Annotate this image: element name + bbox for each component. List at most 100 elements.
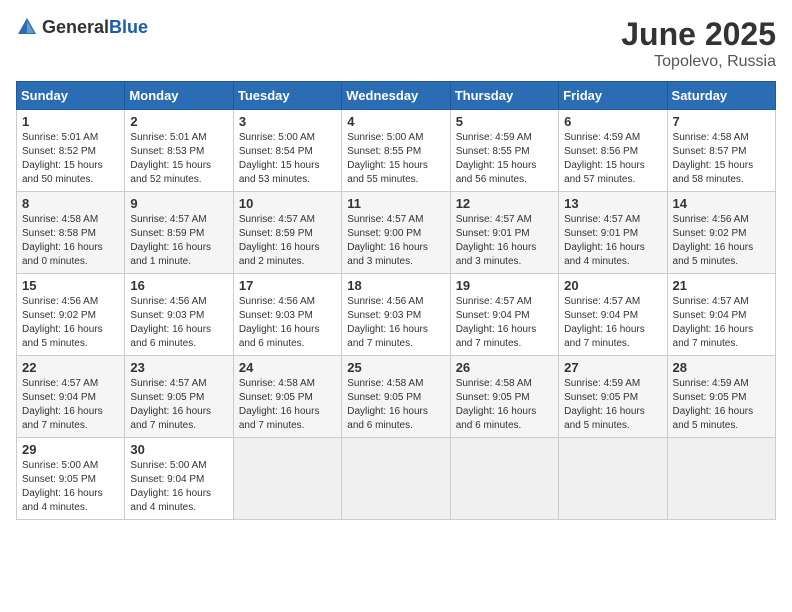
day-header-monday: Monday <box>125 82 233 110</box>
calendar-cell: 16Sunrise: 4:56 AMSunset: 9:03 PMDayligh… <box>125 274 233 356</box>
calendar-cell: 14 Sunrise: 4:56 AMSunset: 9:02 PMDayligh… <box>667 192 775 274</box>
day-header-saturday: Saturday <box>667 82 775 110</box>
calendar-cell: 27 Sunrise: 4:59 AMSunset: 9:05 PMDayligh… <box>559 356 667 438</box>
day-info: Sunrise: 4:58 AMSunset: 9:05 PMDaylight:… <box>456 377 553 433</box>
day-number: 4 <box>347 114 444 129</box>
calendar-cell: 8 Sunrise: 4:58 AMSunset: 8:58 PMDaylight… <box>17 192 125 274</box>
calendar-cell: 26 Sunrise: 4:58 AMSunset: 9:05 PMDayligh… <box>450 356 558 438</box>
day-info: Sunrise: 5:01 AMSunset: 8:52 PMDaylight:… <box>22 131 119 187</box>
calendar-week-5: 29 Sunrise: 5:00 AMSunset: 9:05 PMDayligh… <box>17 438 776 520</box>
calendar-cell: 29 Sunrise: 5:00 AMSunset: 9:05 PMDayligh… <box>17 438 125 520</box>
calendar-cell: 22Sunrise: 4:57 AMSunset: 9:04 PMDayligh… <box>17 356 125 438</box>
day-header-friday: Friday <box>559 82 667 110</box>
calendar-cell: 5Sunrise: 4:59 AMSunset: 8:55 PMDaylight… <box>450 110 558 192</box>
day-info: Sunrise: 5:00 AMSunset: 8:54 PMDaylight:… <box>239 131 336 187</box>
calendar-cell: 9 Sunrise: 4:57 AMSunset: 8:59 PMDaylight… <box>125 192 233 274</box>
calendar-week-1: 1Sunrise: 5:01 AMSunset: 8:52 PMDaylight… <box>17 110 776 192</box>
day-info: Sunrise: 4:57 AMSunset: 9:05 PMDaylight:… <box>130 377 227 433</box>
day-number: 13 <box>564 196 661 211</box>
day-number: 16 <box>130 278 227 293</box>
day-number: 2 <box>130 114 227 129</box>
day-info: Sunrise: 4:56 AMSunset: 9:02 PMDaylight:… <box>673 213 770 269</box>
day-number: 30 <box>130 442 227 457</box>
day-header-thursday: Thursday <box>450 82 558 110</box>
calendar-header: SundayMondayTuesdayWednesdayThursdayFrid… <box>17 82 776 110</box>
logo-icon <box>16 16 38 38</box>
day-number: 26 <box>456 360 553 375</box>
calendar-cell: 12Sunrise: 4:57 AMSunset: 9:01 PMDayligh… <box>450 192 558 274</box>
day-info: Sunrise: 5:00 AMSunset: 9:05 PMDaylight:… <box>22 459 119 515</box>
calendar-cell: 2 Sunrise: 5:01 AMSunset: 8:53 PMDaylight… <box>125 110 233 192</box>
day-number: 6 <box>564 114 661 129</box>
day-info: Sunrise: 4:57 AMSunset: 9:04 PMDaylight:… <box>456 295 553 351</box>
day-header-sunday: Sunday <box>17 82 125 110</box>
calendar-cell <box>667 438 775 520</box>
logo: GeneralBlue <box>16 16 148 38</box>
day-info: Sunrise: 4:58 AMSunset: 9:05 PMDaylight:… <box>239 377 336 433</box>
calendar-cell: 3 Sunrise: 5:00 AMSunset: 8:54 PMDaylight… <box>233 110 341 192</box>
day-info: Sunrise: 4:56 AMSunset: 9:02 PMDaylight:… <box>22 295 119 351</box>
day-number: 21 <box>673 278 770 293</box>
day-info: Sunrise: 4:57 AMSunset: 9:04 PMDaylight:… <box>22 377 119 433</box>
day-info: Sunrise: 4:57 AMSunset: 8:59 PMDaylight:… <box>239 213 336 269</box>
day-info: Sunrise: 4:57 AMSunset: 9:04 PMDaylight:… <box>564 295 661 351</box>
day-info: Sunrise: 4:57 AMSunset: 9:01 PMDaylight:… <box>564 213 661 269</box>
day-number: 25 <box>347 360 444 375</box>
day-number: 7 <box>673 114 770 129</box>
day-info: Sunrise: 4:59 AMSunset: 9:05 PMDaylight:… <box>564 377 661 433</box>
day-number: 19 <box>456 278 553 293</box>
day-info: Sunrise: 4:57 AMSunset: 9:01 PMDaylight:… <box>456 213 553 269</box>
day-info: Sunrise: 5:00 AMSunset: 9:04 PMDaylight:… <box>130 459 227 515</box>
calendar-body: 1Sunrise: 5:01 AMSunset: 8:52 PMDaylight… <box>17 110 776 520</box>
calendar-cell <box>450 438 558 520</box>
day-number: 23 <box>130 360 227 375</box>
day-number: 17 <box>239 278 336 293</box>
day-info: Sunrise: 4:57 AMSunset: 8:59 PMDaylight:… <box>130 213 227 269</box>
day-info: Sunrise: 4:58 AMSunset: 9:05 PMDaylight:… <box>347 377 444 433</box>
calendar-cell: 10 Sunrise: 4:57 AMSunset: 8:59 PMDayligh… <box>233 192 341 274</box>
day-number: 29 <box>22 442 119 457</box>
header-row: SundayMondayTuesdayWednesdayThursdayFrid… <box>17 82 776 110</box>
day-info: Sunrise: 4:56 AMSunset: 9:03 PMDaylight:… <box>347 295 444 351</box>
calendar-cell: 17 Sunrise: 4:56 AMSunset: 9:03 PMDayligh… <box>233 274 341 356</box>
day-number: 15 <box>22 278 119 293</box>
day-number: 18 <box>347 278 444 293</box>
calendar-cell <box>342 438 450 520</box>
day-header-wednesday: Wednesday <box>342 82 450 110</box>
day-number: 9 <box>130 196 227 211</box>
calendar-cell: 7Sunrise: 4:58 AMSunset: 8:57 PMDaylight… <box>667 110 775 192</box>
title-area: June 2025 Topolevo, Russia <box>621 16 776 71</box>
calendar-subtitle: Topolevo, Russia <box>621 53 776 71</box>
calendar-week-4: 22Sunrise: 4:57 AMSunset: 9:04 PMDayligh… <box>17 356 776 438</box>
day-info: Sunrise: 4:57 AMSunset: 9:00 PMDaylight:… <box>347 213 444 269</box>
calendar-cell: 25 Sunrise: 4:58 AMSunset: 9:05 PMDayligh… <box>342 356 450 438</box>
calendar-cell: 18 Sunrise: 4:56 AMSunset: 9:03 PMDayligh… <box>342 274 450 356</box>
day-number: 24 <box>239 360 336 375</box>
day-info: Sunrise: 4:59 AMSunset: 8:56 PMDaylight:… <box>564 131 661 187</box>
calendar-cell: 15 Sunrise: 4:56 AMSunset: 9:02 PMDayligh… <box>17 274 125 356</box>
calendar-cell: 4 Sunrise: 5:00 AMSunset: 8:55 PMDaylight… <box>342 110 450 192</box>
day-info: Sunrise: 5:01 AMSunset: 8:53 PMDaylight:… <box>130 131 227 187</box>
day-number: 20 <box>564 278 661 293</box>
day-number: 10 <box>239 196 336 211</box>
day-info: Sunrise: 4:56 AMSunset: 9:03 PMDaylight:… <box>239 295 336 351</box>
day-info: Sunrise: 4:58 AMSunset: 8:58 PMDaylight:… <box>22 213 119 269</box>
day-number: 27 <box>564 360 661 375</box>
day-number: 8 <box>22 196 119 211</box>
calendar-cell: 28Sunrise: 4:59 AMSunset: 9:05 PMDayligh… <box>667 356 775 438</box>
calendar-week-3: 15 Sunrise: 4:56 AMSunset: 9:02 PMDayligh… <box>17 274 776 356</box>
calendar-cell: 1Sunrise: 5:01 AMSunset: 8:52 PMDaylight… <box>17 110 125 192</box>
logo-text: GeneralBlue <box>42 17 148 38</box>
calendar-week-2: 8 Sunrise: 4:58 AMSunset: 8:58 PMDaylight… <box>17 192 776 274</box>
calendar-cell: 19 Sunrise: 4:57 AMSunset: 9:04 PMDayligh… <box>450 274 558 356</box>
calendar-table: SundayMondayTuesdayWednesdayThursdayFrid… <box>16 81 776 520</box>
calendar-cell: 21Sunrise: 4:57 AMSunset: 9:04 PMDayligh… <box>667 274 775 356</box>
calendar-cell: 24 Sunrise: 4:58 AMSunset: 9:05 PMDayligh… <box>233 356 341 438</box>
day-info: Sunrise: 5:00 AMSunset: 8:55 PMDaylight:… <box>347 131 444 187</box>
day-number: 28 <box>673 360 770 375</box>
calendar-title: June 2025 <box>621 16 776 53</box>
calendar-cell <box>233 438 341 520</box>
calendar-cell <box>559 438 667 520</box>
day-number: 3 <box>239 114 336 129</box>
day-number: 14 <box>673 196 770 211</box>
